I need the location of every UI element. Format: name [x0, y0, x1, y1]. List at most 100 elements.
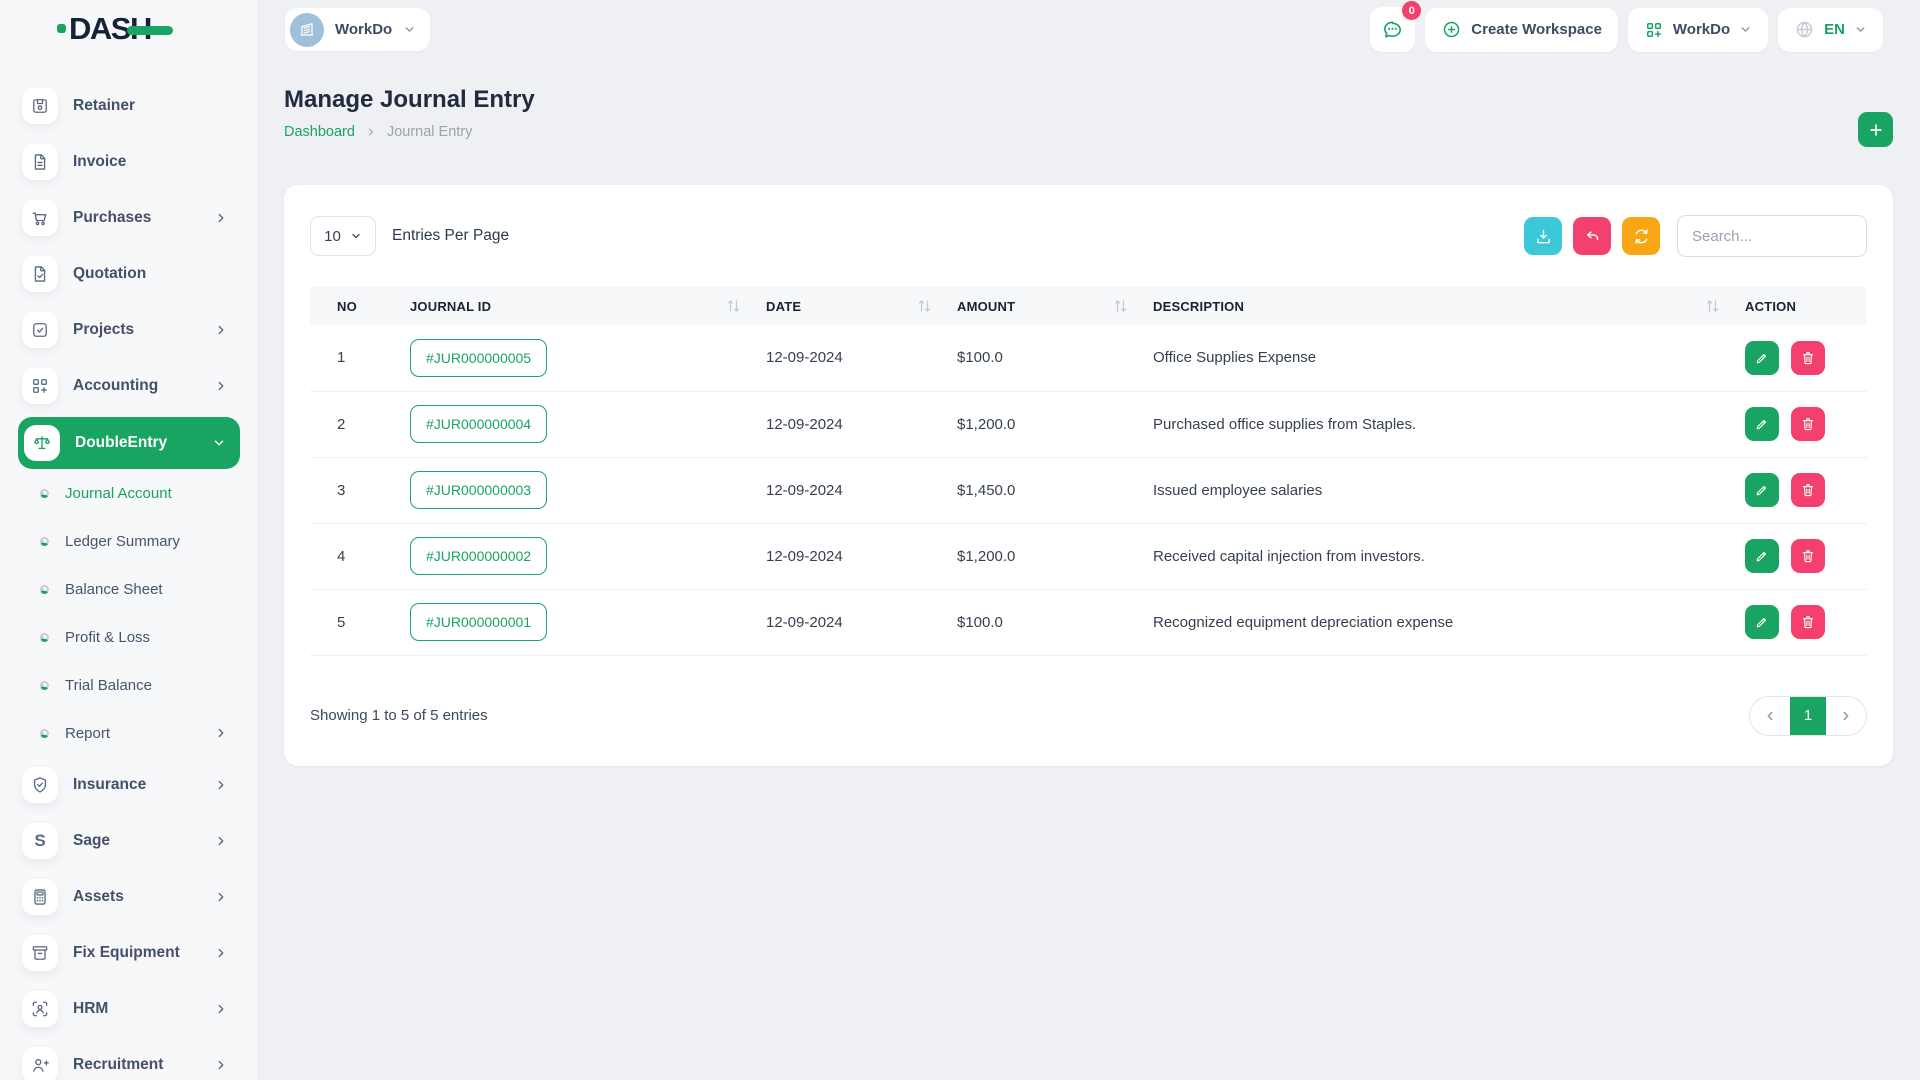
search-input[interactable] — [1677, 215, 1867, 257]
bullet-icon — [40, 632, 49, 642]
chevron-right-icon — [1843, 711, 1849, 720]
chevron-right-icon — [214, 323, 228, 337]
recruitment-icon — [22, 1047, 58, 1080]
sidebar-item[interactable]: Projects — [20, 302, 257, 358]
cell-description: Office Supplies Expense — [1153, 325, 1745, 392]
trash-icon — [1802, 418, 1814, 431]
edit-button[interactable] — [1745, 407, 1779, 441]
cell-date: 12-09-2024 — [766, 589, 957, 656]
sidebar-item[interactable]: Purchases — [20, 190, 257, 246]
edit-button[interactable] — [1745, 340, 1779, 375]
sidebar-subitem[interactable]: Balance Sheet — [20, 565, 257, 613]
journal-id-button[interactable]: #JUR000000005 — [410, 338, 548, 377]
sidebar-subitem[interactable]: Ledger Summary — [20, 517, 257, 565]
refresh-button[interactable] — [1622, 217, 1660, 255]
edit-button[interactable] — [1745, 539, 1779, 573]
delete-button[interactable] — [1791, 539, 1826, 573]
sidebar-item[interactable]: Insurance — [20, 757, 257, 813]
sidebar-item[interactable]: Fix Equipment — [20, 925, 257, 981]
cell-date: 12-09-2024 — [766, 325, 957, 392]
chevron-right-icon — [214, 834, 228, 848]
column-header[interactable]: DESCRIPTION — [1153, 287, 1745, 325]
sidebar-item[interactable]: Quotation — [20, 246, 257, 302]
previous-page-button[interactable] — [1750, 697, 1790, 735]
chat-icon — [1384, 21, 1402, 38]
grid-plus-icon — [1646, 22, 1661, 37]
sidebar-subitem[interactable]: Profit & Loss — [20, 613, 257, 661]
sidebar-item[interactable]: Retainer — [20, 78, 257, 134]
create-journal-entry-button[interactable] — [1858, 112, 1893, 147]
cell-amount: $100.0 — [957, 589, 1153, 656]
chevron-left-icon — [1767, 711, 1773, 720]
building-icon — [300, 22, 314, 36]
workspace-name: WorkDo — [335, 21, 393, 38]
bullet-icon — [40, 680, 49, 690]
bullet-icon — [40, 536, 49, 546]
language-code: EN — [1824, 21, 1845, 38]
page-title: Manage Journal Entry — [284, 86, 535, 113]
journal-id-button[interactable]: #JUR000000002 — [410, 537, 548, 575]
journal-id-button[interactable]: #JUR000000001 — [410, 603, 548, 641]
delete-button[interactable] — [1791, 340, 1826, 375]
column-header[interactable]: JOURNAL ID — [410, 287, 766, 325]
brand-logo[interactable]: DASH — [57, 13, 173, 44]
sidebar-item[interactable]: Recruitment — [20, 1037, 257, 1080]
workspace-selector[interactable]: WorkDo — [285, 8, 431, 51]
pagination: 1 — [1749, 695, 1867, 736]
retainer-icon — [22, 88, 58, 124]
sidebar-item[interactable]: Assets — [20, 869, 257, 925]
cell-amount: $1,200.0 — [957, 523, 1153, 590]
sidebar-item[interactable]: Invoice — [20, 134, 257, 190]
sidebar-subitem[interactable]: Journal Account — [20, 469, 257, 517]
undo-icon — [1586, 230, 1598, 240]
language-selector[interactable]: EN — [1778, 7, 1883, 52]
entries-per-page-select[interactable]: 10 — [310, 216, 376, 256]
journal-entries-card: 10 Entries Per Page Search... NO JOURNAL… — [284, 185, 1893, 766]
delete-button[interactable] — [1791, 407, 1826, 441]
sidebar-item[interactable]: S Sage — [20, 813, 257, 869]
pencil-icon — [1756, 353, 1767, 364]
toolbar-actions — [1524, 215, 1867, 257]
export-button[interactable] — [1524, 217, 1562, 255]
sidebar-subitem[interactable]: Report — [20, 709, 257, 757]
chevron-right-icon — [214, 946, 228, 960]
sort-icon — [918, 300, 931, 312]
chevron-right-icon — [214, 211, 228, 225]
table-row: 1 #JUR000000005 12-09-2024 $100.0 Office… — [310, 325, 1867, 392]
plus-circle-icon — [1444, 21, 1460, 38]
cell-date: 12-09-2024 — [766, 457, 957, 524]
delete-button[interactable] — [1791, 605, 1826, 639]
create-workspace-button[interactable]: Create Workspace — [1425, 7, 1618, 52]
messages-button[interactable]: 0 — [1370, 1, 1422, 52]
pencil-icon — [1756, 617, 1767, 628]
sidebar-item-double-entry[interactable]: DoubleEntry — [18, 417, 240, 469]
sidebar-item[interactable]: HRM — [20, 981, 257, 1037]
entries-summary: Showing 1 to 5 of 5 entries — [310, 707, 488, 724]
entries-per-page-label: Entries Per Page — [392, 227, 510, 244]
sidebar-item[interactable]: Accounting — [20, 358, 257, 414]
sidebar-subitem[interactable]: Trial Balance — [20, 661, 257, 709]
column-header[interactable]: NO — [310, 287, 410, 325]
fix-equipment-icon — [22, 935, 58, 971]
next-page-button[interactable] — [1826, 697, 1866, 735]
page-header: Manage Journal Entry Dashboard Journal E… — [284, 86, 1893, 147]
purchases-icon — [22, 200, 58, 236]
edit-button[interactable] — [1745, 605, 1779, 639]
journal-id-button[interactable]: #JUR000000004 — [410, 405, 548, 443]
column-header[interactable]: AMOUNT — [957, 287, 1153, 325]
edit-button[interactable] — [1745, 473, 1779, 507]
logo-accent-dot — [57, 24, 66, 33]
apps-menu-button[interactable]: WorkDo — [1627, 7, 1769, 52]
breadcrumb-dashboard-link[interactable]: Dashboard — [284, 124, 355, 140]
journal-id-button[interactable]: #JUR000000003 — [410, 471, 548, 509]
bullet-icon — [40, 728, 49, 738]
column-header[interactable]: DATE — [766, 287, 957, 325]
delete-button[interactable] — [1791, 473, 1826, 507]
table-row: 3 #JUR000000003 12-09-2024 $1,450.0 Issu… — [310, 457, 1867, 524]
column-header[interactable]: ACTION — [1745, 287, 1867, 325]
table-row: 4 #JUR000000002 12-09-2024 $1,200.0 Rece… — [310, 523, 1867, 590]
breadcrumb: Dashboard Journal Entry — [284, 124, 535, 140]
undo-button[interactable] — [1573, 217, 1611, 255]
table-header-row: NO JOURNAL ID DATE AMOUNT DESCRIPTION AC… — [310, 287, 1867, 325]
current-page[interactable]: 1 — [1790, 696, 1826, 735]
